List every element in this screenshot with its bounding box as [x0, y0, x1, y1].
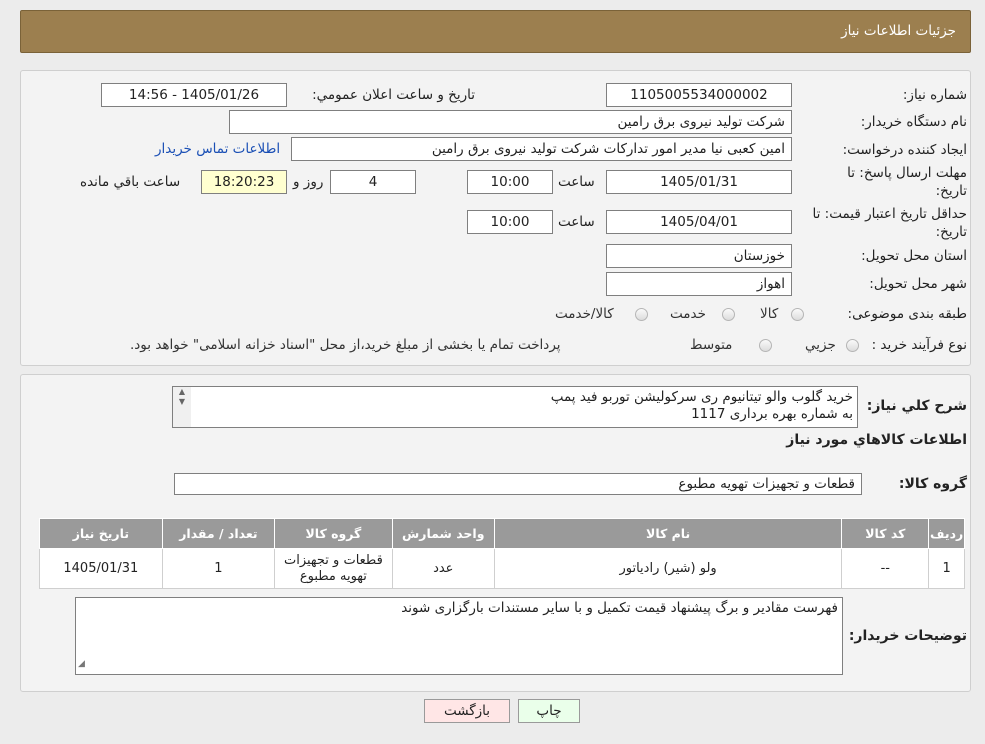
- page-title: جزئیات اطلاعات نیاز: [841, 23, 956, 39]
- col-group: گروه كالا: [274, 518, 393, 549]
- cell-group: قطعات و تجهيزات تهويه مطبوع: [274, 548, 393, 589]
- cell-group-line-1: قطعات و تجهيزات: [283, 552, 383, 568]
- contact-info-link[interactable]: اطلاعات تماس خریدار: [155, 141, 280, 157]
- validity-label: حداقل تاریخ اعتبار قیمت: تا: [812, 206, 967, 222]
- category-goods-service-label: كالا/خدمت: [555, 306, 614, 322]
- buyer-notes-label: توضيحات خريدار:: [848, 628, 967, 644]
- scroll-down-icon[interactable]: ▼: [173, 397, 191, 407]
- buyer-org-field: شركت توليد نيروی برق رامين: [229, 110, 792, 134]
- city-field: اهواز: [606, 272, 792, 296]
- deadline-date-field: 1405/01/31: [606, 170, 792, 194]
- resize-handle-icon[interactable]: ◢: [78, 656, 85, 673]
- cell-date: 1405/01/31: [39, 548, 163, 589]
- remaining-label: ساعت باقي مانده: [80, 174, 181, 190]
- description-line-2: به شماره بهره برداری 1117: [691, 406, 853, 422]
- requester-label: ایجاد کننده درخواست:: [842, 142, 967, 158]
- validity-time-label: ساعت: [558, 214, 595, 230]
- process-minor-radio[interactable]: [846, 339, 859, 352]
- category-goods-radio[interactable]: [791, 308, 804, 321]
- need-number-field: 1105005534000002: [606, 83, 792, 107]
- process-note: پرداخت تمام یا بخشی از مبلغ خرید،از محل …: [130, 337, 561, 353]
- description-scrollbar[interactable]: ▲ ▼: [173, 387, 191, 427]
- announce-field: 1405/01/26 - 14:56: [101, 83, 287, 107]
- buyer-notes-textarea[interactable]: فهرست مقادير و برگ پيشنهاد قيمت تكميل و …: [75, 597, 843, 675]
- col-unit: واحد شمارش: [391, 518, 495, 549]
- cell-unit: عدد: [391, 548, 495, 589]
- goods-group-label: گروه كالا:: [898, 476, 967, 492]
- col-code: كد كالا: [841, 518, 930, 549]
- need-number-label: شماره نیاز:: [902, 87, 967, 103]
- deadline-time-field: 10:00: [467, 170, 553, 194]
- deadline-label: مهلت ارسال پاسخ: تا: [847, 165, 967, 181]
- category-service-radio[interactable]: [722, 308, 735, 321]
- buyer-notes-text: فهرست مقادير و برگ پيشنهاد قيمت تكميل و …: [401, 600, 838, 616]
- description-textarea[interactable]: خريد گلوب والو تيتانيوم ری سركوليشن تورب…: [172, 386, 858, 428]
- items-table-header: رديف كد كالا نام كالا واحد شمارش گروه كا…: [39, 518, 965, 549]
- days-label: روز و: [293, 174, 324, 190]
- category-goods-label: كالا: [760, 306, 779, 322]
- process-medium-label: متوسط: [690, 337, 733, 353]
- process-label: نوع فرآیند خرید :: [871, 337, 967, 353]
- cell-group-line-2: تهويه مطبوع: [299, 568, 367, 584]
- announce-label: تاریخ و ساعت اعلان عمومي:: [312, 87, 475, 103]
- goods-section-title: اطلاعات كالاهاي مورد نياز: [786, 432, 967, 448]
- days-field: 4: [330, 170, 416, 194]
- process-medium-radio[interactable]: [759, 339, 772, 352]
- goods-group-field: قطعات و تجهيزات تهويه مطبوع: [174, 473, 862, 495]
- category-goods-service-radio[interactable]: [635, 308, 648, 321]
- cell-code: --: [841, 548, 930, 589]
- col-qty: تعداد / مقدار: [161, 518, 276, 549]
- validity-label-date: تاریخ:: [935, 224, 967, 240]
- cell-qty: 1: [161, 548, 276, 589]
- scroll-up-icon[interactable]: ▲: [173, 387, 191, 397]
- back-button[interactable]: بازگشت: [424, 699, 510, 723]
- requester-field: امين كعبی نيا مدير امور تداركات شركت تول…: [291, 137, 792, 161]
- province-field: خوزستان: [606, 244, 792, 268]
- category-label: طبقه بندی موضوعی:: [847, 306, 967, 322]
- table-row: 1 -- ولو (شير) رادياتور عدد قطعات و تجهي…: [39, 548, 965, 589]
- items-table: رديف كد كالا نام كالا واحد شمارش گروه كا…: [39, 518, 965, 589]
- category-service-label: خدمت: [670, 306, 706, 322]
- col-idx: رديف: [928, 518, 965, 549]
- buyer-org-label: نام دستگاه خریدار:: [860, 114, 967, 130]
- city-label: شهر محل تحویل:: [869, 276, 967, 292]
- cell-idx: 1: [928, 548, 965, 589]
- description-label: شرح كلي نياز:: [866, 398, 967, 414]
- cell-name: ولو (شير) رادياتور: [493, 548, 843, 589]
- deadline-time-label: ساعت: [558, 174, 595, 190]
- page-header: جزئیات اطلاعات نیاز: [20, 10, 971, 53]
- print-button[interactable]: چاپ: [518, 699, 580, 723]
- validity-time-field: 10:00: [467, 210, 553, 234]
- process-minor-label: جزيي: [805, 337, 836, 353]
- description-line-1: خريد گلوب والو تيتانيوم ری سركوليشن تورب…: [550, 389, 853, 405]
- col-date: تاريخ نياز: [39, 518, 163, 549]
- col-name: نام كالا: [493, 518, 843, 549]
- province-label: استان محل تحویل:: [861, 248, 967, 264]
- remaining-time-field: 18:20:23: [201, 170, 287, 194]
- validity-date-field: 1405/04/01: [606, 210, 792, 234]
- deadline-label-date: تاریخ:: [935, 183, 967, 199]
